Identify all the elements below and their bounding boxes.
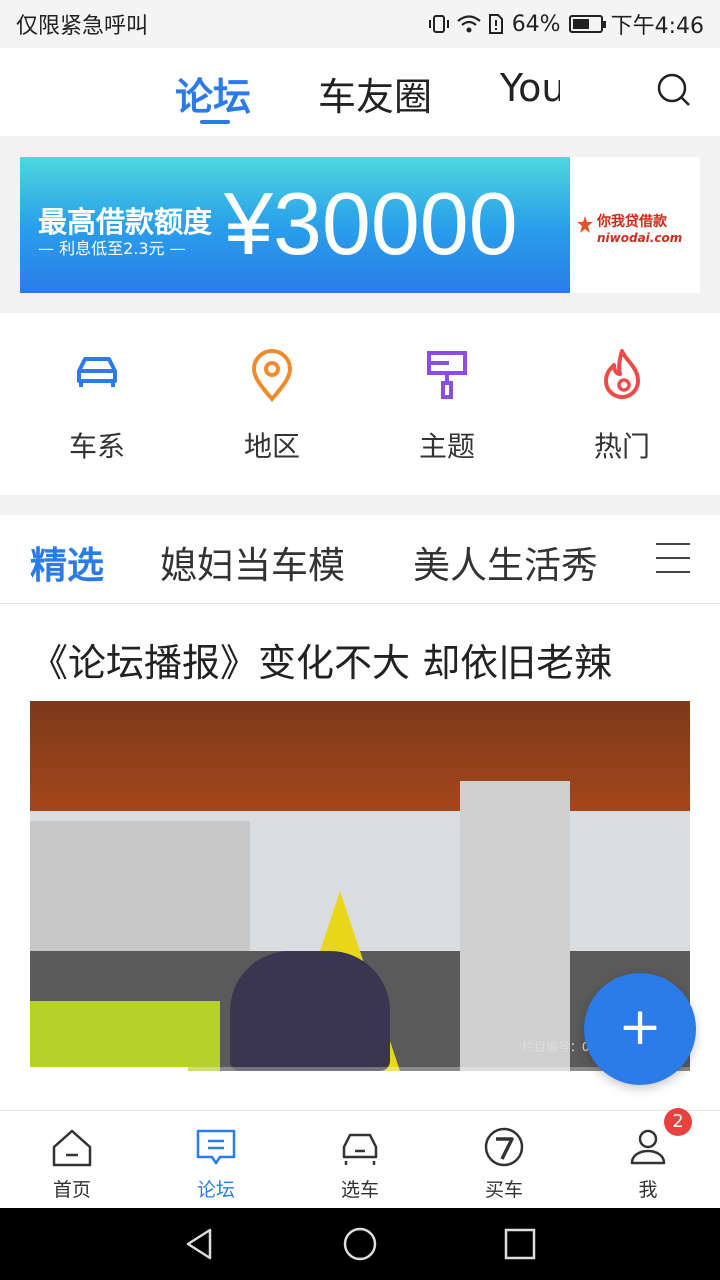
grid-item-topic[interactable]: 主题 xyxy=(387,345,507,465)
system-nav-bar xyxy=(0,1208,720,1280)
top-nav: 论坛 车友圈 You xyxy=(0,48,720,136)
video-scene-grass xyxy=(30,1001,220,1071)
tab-car-friends[interactable]: 车友圈 xyxy=(318,66,432,121)
buy-car-icon xyxy=(484,1127,524,1167)
banner-promo: 最高借款额度 — 利息低至2.3元 — ¥30000 xyxy=(20,157,570,293)
bottom-tab-label: 我 xyxy=(638,1179,658,1201)
wifi-icon xyxy=(456,15,481,33)
category-bar: 精选 媳妇当车模 美人生活秀 xyxy=(0,515,720,604)
video-progress-bar[interactable] xyxy=(30,1067,690,1071)
bottom-tab-label: 首页 xyxy=(52,1179,91,1201)
category-menu-icon[interactable] xyxy=(656,543,690,585)
category-featured[interactable]: 精选 xyxy=(30,535,104,589)
car-select-icon xyxy=(342,1133,378,1165)
search-icon[interactable] xyxy=(656,72,692,108)
niwodai-logo: 你我贷借款 niwodai.com xyxy=(575,197,695,257)
car-icon xyxy=(77,357,117,387)
category-wife-model[interactable]: 媳妇当车模 xyxy=(160,535,345,589)
grid-item-region[interactable]: 地区 xyxy=(212,345,332,465)
status-bar: 仅限紧急呼叫 64% 下午4:46 xyxy=(0,0,720,48)
brand-name-cn: 你我贷借款 xyxy=(597,214,667,230)
bottom-nav: 首页 论坛 选车 买车 我 xyxy=(0,1110,720,1209)
banner-subline: — 利息低至2.3元 — xyxy=(38,239,186,258)
plus-icon: + xyxy=(618,997,662,1057)
paintbrush-icon xyxy=(427,351,467,399)
battery-fill xyxy=(572,19,590,29)
grid-label: 地区 xyxy=(243,430,300,463)
grid-item-hot[interactable]: 热门 xyxy=(562,345,682,465)
battery-icon xyxy=(568,15,606,33)
recent-apps-icon[interactable] xyxy=(500,1224,540,1264)
tab-forum[interactable]: 论坛 xyxy=(175,66,251,121)
home-circle-icon[interactable] xyxy=(340,1224,380,1264)
carrier-text: 仅限紧急呼叫 xyxy=(16,14,149,39)
alert-sim-icon xyxy=(488,14,503,34)
bottom-tab-home[interactable]: 首页 xyxy=(22,1125,122,1202)
grid-item-car-series[interactable]: 车系 xyxy=(37,345,157,465)
bottom-tab-me[interactable]: 我 xyxy=(598,1125,698,1202)
flame-icon xyxy=(604,349,640,399)
brand-star-icon xyxy=(577,216,593,233)
new-post-button[interactable]: + xyxy=(584,973,696,1085)
video-scene-ceiling xyxy=(30,701,690,811)
video-scene-pillar xyxy=(460,781,570,1071)
quick-entry-grid: 车系 地区 主题 热门 xyxy=(0,313,720,495)
video-progress-fill xyxy=(30,1067,189,1071)
status-icons xyxy=(428,13,504,35)
bottom-tab-label: 论坛 xyxy=(196,1179,235,1201)
bottom-tab-forum[interactable]: 论坛 xyxy=(166,1125,266,1202)
bottom-tab-label: 选车 xyxy=(340,1179,379,1201)
banner-amount: ¥30000 xyxy=(224,174,518,273)
video-scene-car xyxy=(230,951,390,1071)
back-icon[interactable] xyxy=(180,1224,220,1264)
location-pin-icon xyxy=(251,349,293,403)
notification-badge: 2 xyxy=(664,1108,692,1136)
grid-label: 主题 xyxy=(418,430,475,463)
bottom-tab-label: 买车 xyxy=(484,1179,523,1201)
clock: 下午4:46 xyxy=(610,14,704,39)
bottom-tab-select-car[interactable]: 选车 xyxy=(310,1125,410,1202)
bottom-tab-buy-car[interactable]: 买车 xyxy=(454,1125,554,1202)
brand-name-en: niwodai.com xyxy=(597,231,683,245)
active-tab-indicator xyxy=(200,120,230,124)
grid-label: 车系 xyxy=(68,430,125,463)
tab-you[interactable]: You xyxy=(500,66,560,110)
grid-label: 热门 xyxy=(593,430,650,463)
vibrate-icon xyxy=(428,15,449,33)
loan-banner-ad[interactable]: 最高借款额度 — 利息低至2.3元 — ¥30000 你我贷借款 niwodai… xyxy=(20,157,700,293)
status-right: 64% 下午4:46 xyxy=(428,8,704,40)
post-title[interactable]: 《论坛播报》变化不大 却依旧老辣 xyxy=(30,632,612,687)
home-icon xyxy=(52,1129,92,1167)
profile-icon xyxy=(630,1129,666,1165)
scroll-fade xyxy=(590,515,630,603)
forum-icon xyxy=(196,1129,236,1165)
video-scene-building xyxy=(30,821,250,961)
battery-percent: 64% xyxy=(511,11,561,37)
